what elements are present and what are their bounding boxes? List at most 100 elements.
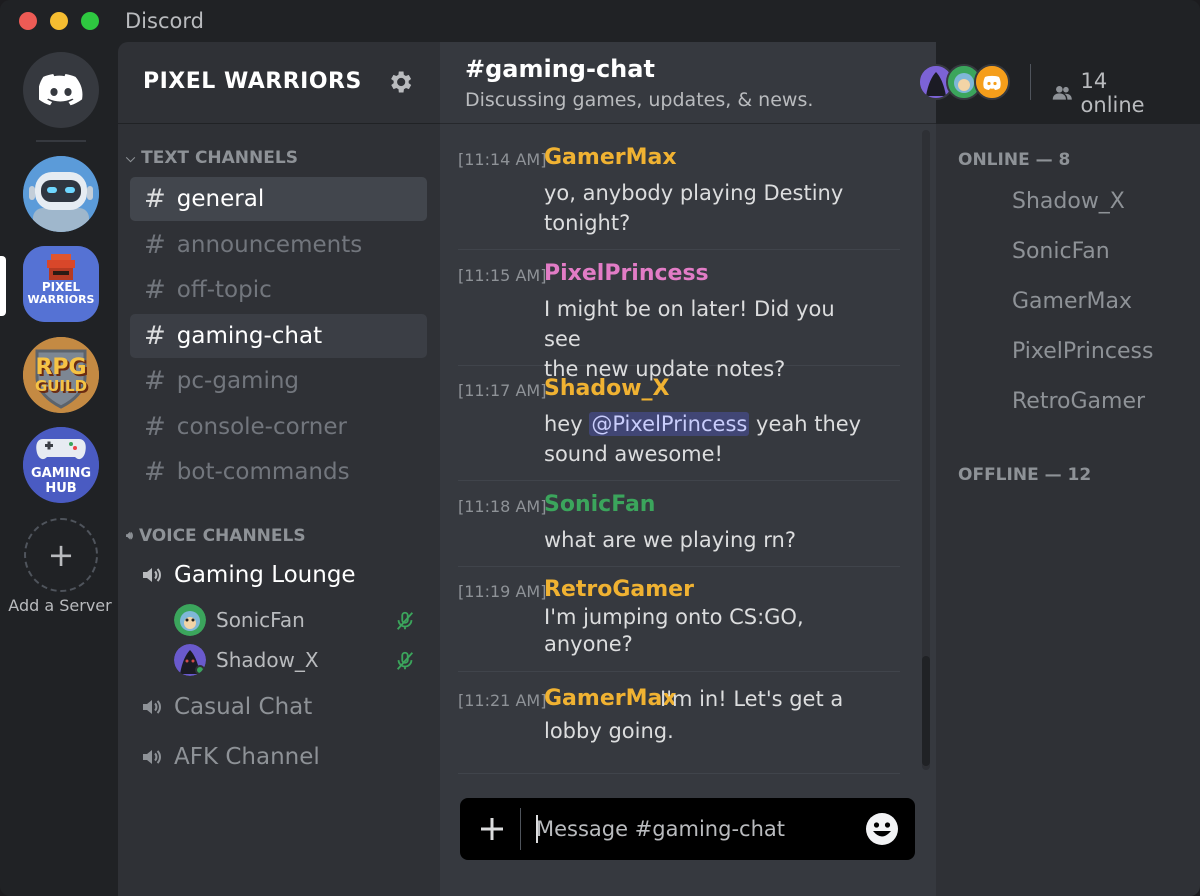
hash-icon: # xyxy=(144,457,166,487)
server-rpg-guild[interactable]: RPG GUILD xyxy=(23,337,99,413)
home-button[interactable] xyxy=(23,52,99,128)
message-body: what are we playing rn? xyxy=(544,525,874,555)
avatar xyxy=(174,644,206,676)
hash-icon: # xyxy=(144,412,166,442)
channel-announcements[interactable]: # announcements xyxy=(130,223,427,267)
scrollbar-thumb[interactable] xyxy=(922,656,930,766)
server-label: RPG xyxy=(35,355,87,380)
chat-area: #gaming-chat Discussing games, updates, … xyxy=(440,42,1145,896)
gear-icon[interactable] xyxy=(386,68,414,96)
message-line: I might be on later! Did you see xyxy=(544,297,835,351)
message-input[interactable] xyxy=(536,812,856,846)
online-count[interactable]: 14 online xyxy=(1052,69,1152,117)
member-sonicfan[interactable]: SonicFan xyxy=(1012,239,1110,264)
message-timestamp: [11:21 AM] xyxy=(458,691,547,710)
server-gaming-hub[interactable]: GAMING HUB xyxy=(23,427,99,503)
server-pixel-warriors[interactable]: PIXEL WARRIORS xyxy=(23,246,99,322)
message-line: tonight? xyxy=(544,211,631,235)
active-server-indicator xyxy=(0,256,6,316)
user-mention[interactable]: @PixelPrincess xyxy=(589,412,750,436)
speaker-icon: 🔊︎ xyxy=(126,529,133,542)
message-author[interactable]: PixelPrincess xyxy=(544,261,709,286)
voice-user-shadow-x[interactable]: Shadow_X xyxy=(174,644,319,676)
message-timestamp: [11:15 AM] xyxy=(458,266,547,285)
speaker-icon xyxy=(143,700,161,714)
hash-icon: # xyxy=(144,184,166,214)
hash-icon: # xyxy=(144,275,166,305)
message-author[interactable]: Shadow_X xyxy=(544,376,670,401)
add-server-label: Add a Server xyxy=(8,596,112,615)
message[interactable]: [11:15 AM] PixelPrincess I might be on l… xyxy=(458,258,900,381)
channel-off-topic[interactable]: # off-topic xyxy=(130,268,427,312)
message-timestamp: [11:14 AM] xyxy=(458,150,547,169)
chevron-down-icon: ⌵ xyxy=(126,150,136,165)
channel-pc-gaming[interactable]: # pc-gaming xyxy=(130,359,427,403)
minimize-window-button[interactable] xyxy=(50,12,68,30)
category-label: VOICE CHANNELS xyxy=(138,526,306,546)
avatar xyxy=(974,64,1010,100)
message[interactable]: [11:18 AM] SonicFan what are we playing … xyxy=(458,489,900,567)
voice-channel-gaming-lounge[interactable]: Gaming Lounge xyxy=(140,562,356,588)
message-body: hey @PixelPrincess yeah they sound aweso… xyxy=(544,409,874,469)
voice-channel-afk[interactable]: AFK Channel xyxy=(140,744,320,770)
maximize-window-button[interactable] xyxy=(81,12,99,30)
message[interactable]: [11:19 AM] RetroGamer I'm jumping onto C… xyxy=(458,574,900,672)
server-label: GUILD xyxy=(34,377,88,395)
text-channels-category[interactable]: ⌵ TEXT CHANNELS xyxy=(126,148,298,168)
message-line: I'm jumping onto CS:GO, xyxy=(544,605,804,629)
member-pixelprincess[interactable]: PixelPrincess xyxy=(1012,339,1153,364)
discord-window: Discord PIXEL WARRIORS RPG GUILD GAMING … xyxy=(0,0,1200,896)
add-server-button[interactable]: + xyxy=(24,518,98,592)
message-timestamp: [11:18 AM] xyxy=(458,497,547,516)
hedgehog-avatar-icon xyxy=(174,604,206,636)
speaker-icon xyxy=(143,568,161,582)
voice-user-sonicfan[interactable]: SonicFan xyxy=(174,604,305,636)
discord-logo-icon xyxy=(976,66,1008,98)
attach-plus-button[interactable] xyxy=(474,811,510,847)
member-retrogamer[interactable]: RetroGamer xyxy=(1012,389,1145,414)
member-gamermax[interactable]: GamerMax xyxy=(1012,289,1132,314)
message[interactable]: [11:21 AM] GamerMax I'm in! Let's get a … xyxy=(458,680,900,774)
channel-title: #gaming-chat xyxy=(465,55,655,83)
server-robot[interactable] xyxy=(23,156,99,232)
plus-icon: + xyxy=(47,536,75,574)
message-line: what are we playing rn? xyxy=(544,528,796,552)
message[interactable]: [11:17 AM] Shadow_X hey @PixelPrincess y… xyxy=(458,373,900,481)
guild-header[interactable]: PIXEL WARRIORS xyxy=(118,42,440,124)
message[interactable]: [11:14 AM] GamerMax yo, anybody playing … xyxy=(458,142,900,250)
robot-icon xyxy=(23,156,99,232)
voice-channel-casual-chat[interactable]: Casual Chat xyxy=(140,694,312,720)
channel-sidebar: PIXEL WARRIORS ⌵ TEXT CHANNELS # general… xyxy=(118,42,440,896)
message-text: I'm in! Let's get a xyxy=(660,687,844,711)
mic-muted-icon[interactable] xyxy=(394,650,416,672)
emoji-icon[interactable] xyxy=(864,811,900,847)
voice-channels-category[interactable]: 🔊︎ VOICE CHANNELS xyxy=(126,526,306,546)
channel-console-corner[interactable]: # console-corner xyxy=(130,405,427,449)
message-author[interactable]: GamerMax xyxy=(544,686,677,711)
message-author[interactable]: SonicFan xyxy=(544,492,655,517)
voice-channel-name: Casual Chat xyxy=(174,694,313,720)
channel-name: console-corner xyxy=(176,414,347,440)
hash-icon: # xyxy=(144,366,166,396)
message-author[interactable]: RetroGamer xyxy=(544,577,694,602)
composer-divider xyxy=(520,808,521,850)
channel-gaming-chat[interactable]: # gaming-chat xyxy=(130,314,427,358)
hash-icon: # xyxy=(144,321,166,351)
online-header: ONLINE — 8 xyxy=(958,150,1071,170)
avatar xyxy=(174,604,206,636)
channel-bot-commands[interactable]: # bot-commands xyxy=(130,450,427,494)
member-list: ONLINE — 8 Shadow_X SonicFan GamerMax Pi… xyxy=(936,124,1200,896)
voice-user-name: SonicFan xyxy=(216,608,305,632)
close-window-button[interactable] xyxy=(19,12,37,30)
online-count-text: 14 online xyxy=(1080,69,1145,117)
member-shadow-x[interactable]: Shadow_X xyxy=(1012,189,1125,214)
channel-general[interactable]: # general xyxy=(130,177,427,221)
discord-logo-icon xyxy=(39,74,83,106)
rail-divider xyxy=(36,140,86,142)
message-author[interactable]: GamerMax xyxy=(544,145,677,170)
message-text: yeah they xyxy=(749,412,862,436)
mic-muted-icon[interactable] xyxy=(394,610,416,632)
members-icon xyxy=(1052,86,1072,100)
channel-name: bot-commands xyxy=(176,459,350,485)
message-body: I'm jumping onto CS:GO, anyone? xyxy=(544,604,874,658)
